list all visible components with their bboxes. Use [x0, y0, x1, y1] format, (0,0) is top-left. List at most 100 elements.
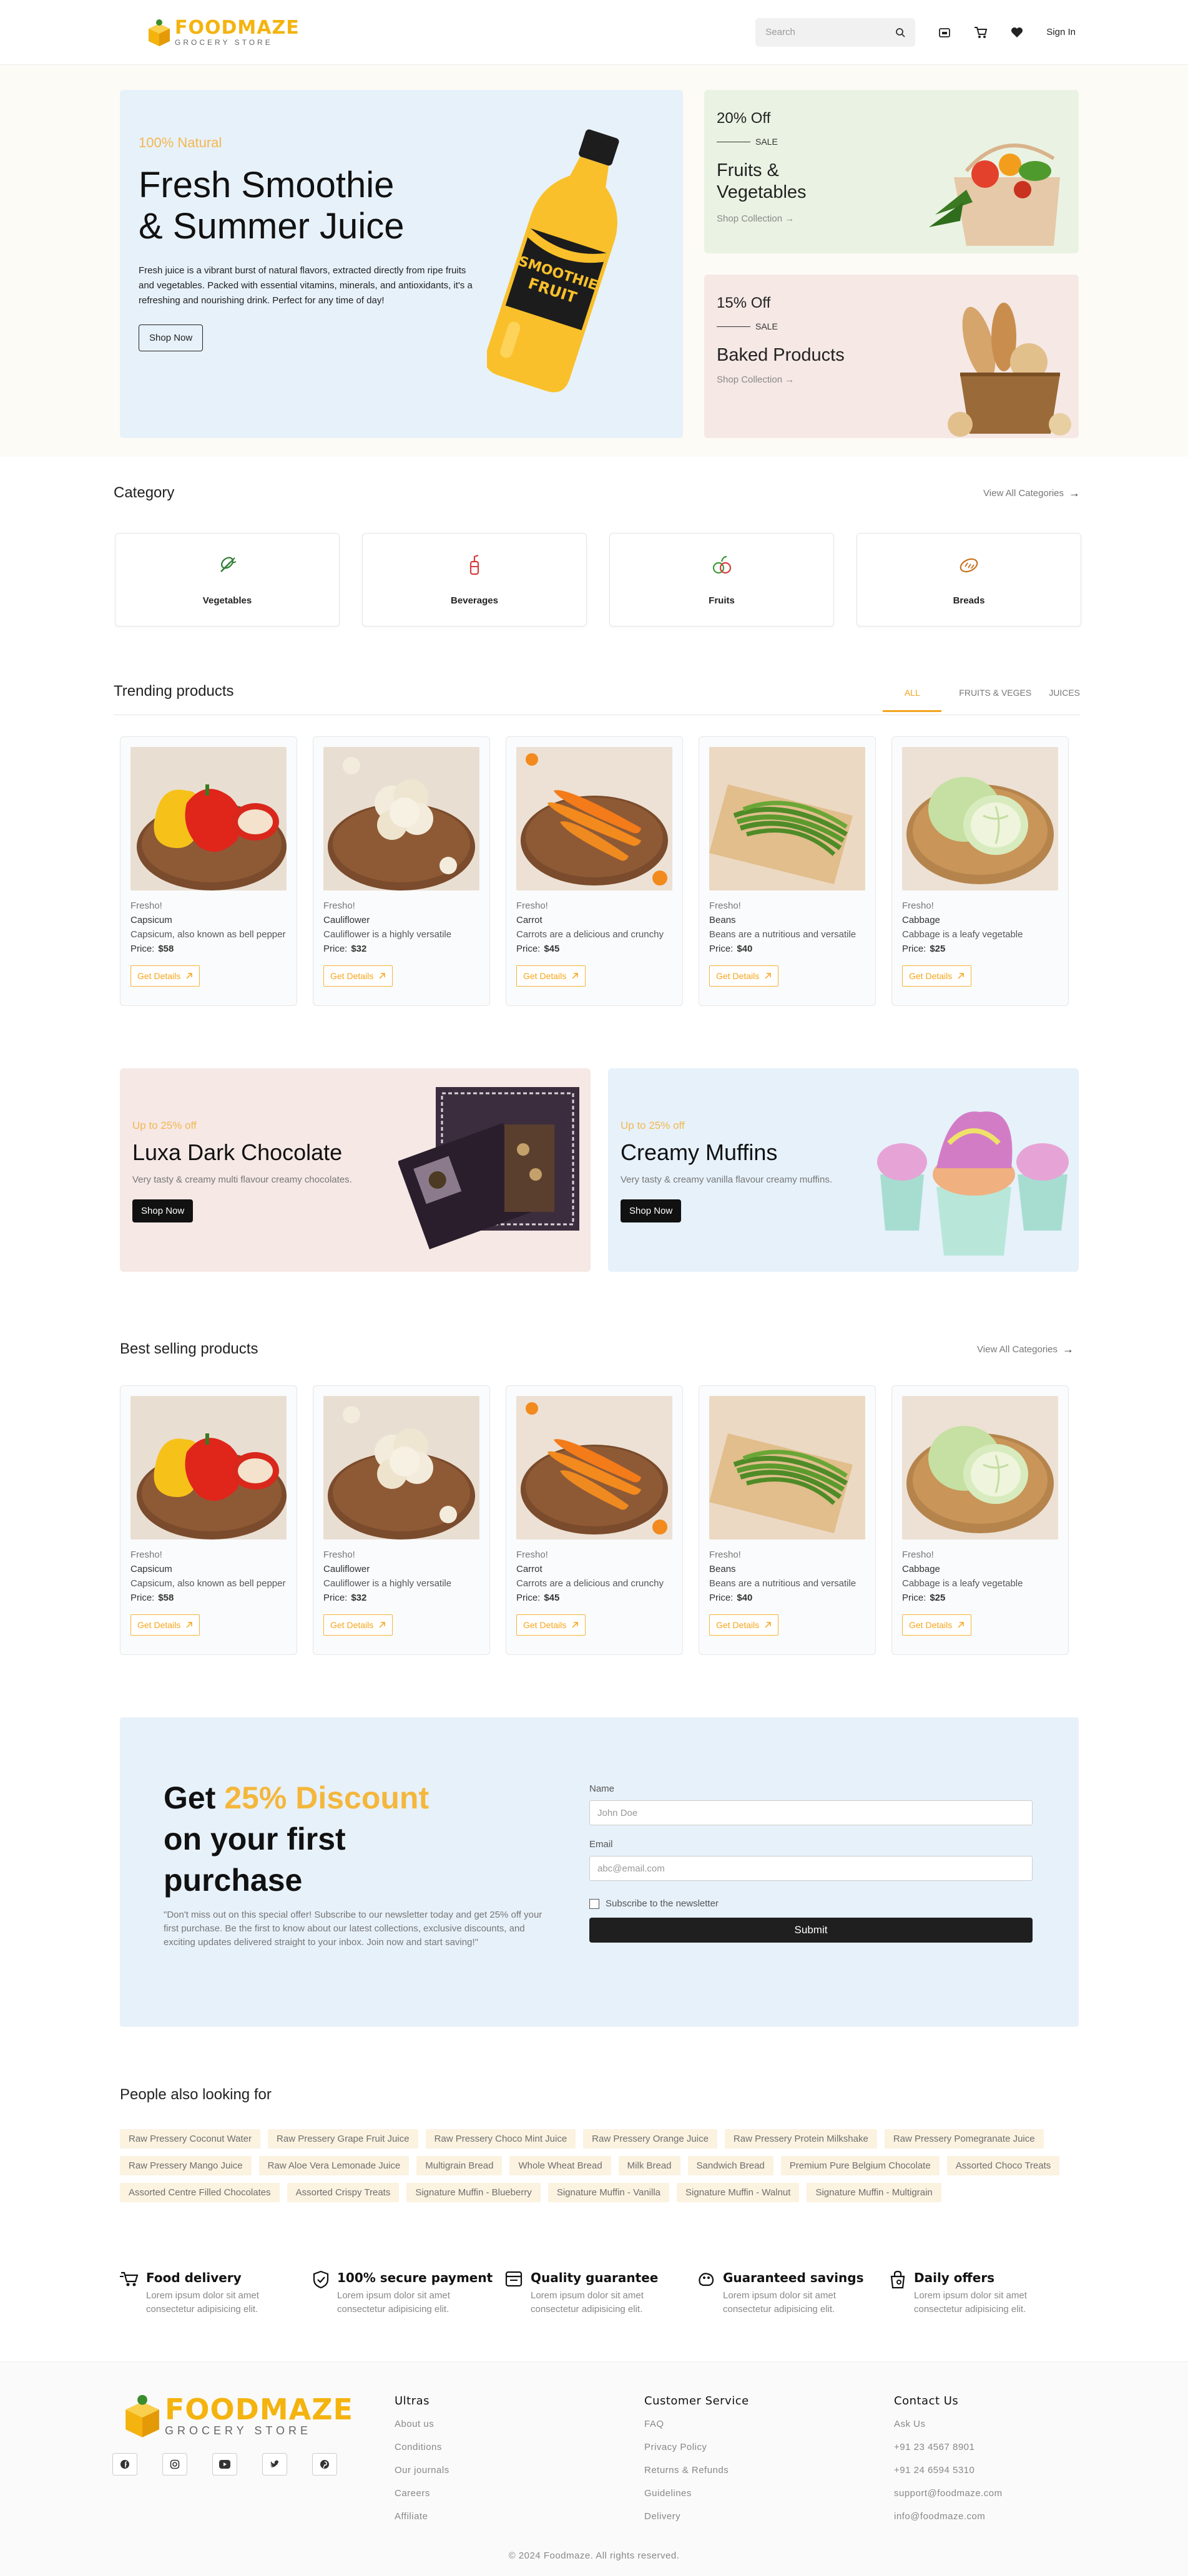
product-image[interactable] [709, 1396, 865, 1539]
account-icon[interactable] [938, 26, 951, 39]
search-chip[interactable]: Sandwich Bread [687, 2156, 773, 2175]
search-input[interactable]: Search [755, 17, 916, 47]
footer-link[interactable]: Ask Us [894, 2419, 1003, 2442]
logo[interactable]: FOODMAZE GROCERY STORE [147, 18, 300, 46]
category-card-fruits[interactable]: Fruits [609, 533, 834, 627]
search-chip[interactable]: Signature Muffin - Walnut [677, 2183, 800, 2202]
product-card[interactable]: Fresho! Carrot Carrots are a delicious and… [506, 1385, 683, 1655]
tab-all[interactable]: ALL [883, 688, 942, 712]
footer-link[interactable]: Affiliate [395, 2511, 449, 2534]
search-chip[interactable]: Multigrain Bread [416, 2156, 503, 2175]
tab-juices[interactable]: JUICES [1049, 688, 1080, 712]
email-field[interactable]: abc@email.com [589, 1856, 1033, 1881]
search-chip[interactable]: Raw Pressery Mango Juice [120, 2156, 252, 2175]
footer-link[interactable]: Conditions [395, 2442, 449, 2465]
youtube-icon[interactable] [212, 2453, 237, 2476]
search-chip[interactable]: Raw Pressery Coconut Water [120, 2129, 261, 2149]
promo-shop-link[interactable]: Shop Collection → [717, 374, 794, 385]
footer-link[interactable]: Delivery [644, 2511, 749, 2534]
twitter-icon[interactable] [262, 2453, 287, 2476]
footer-link[interactable]: support@foodmaze.com [894, 2488, 1003, 2511]
search-chip[interactable]: Raw Pressery Grape Fruit Juice [268, 2129, 418, 2149]
promo-shop-link[interactable]: Shop Collection → [717, 213, 794, 224]
get-details-button[interactable]: Get Details [902, 1614, 972, 1636]
footer-link[interactable]: Guidelines [644, 2488, 749, 2511]
get-details-button[interactable]: Get Details [516, 965, 586, 987]
search-chip[interactable]: Raw Aloe Vera Lemonade Juice [258, 2156, 410, 2175]
instagram-icon[interactable] [162, 2453, 187, 2476]
promo-card-baked-products[interactable]: 15% Off SALE Baked Products Shop Collect… [704, 275, 1079, 438]
product-image[interactable] [516, 747, 672, 890]
facebook-icon[interactable] [112, 2453, 137, 2476]
search-chip[interactable]: Assorted Centre Filled Chocolates [120, 2183, 280, 2202]
footer-link[interactable]: Careers [395, 2488, 449, 2511]
get-details-button[interactable]: Get Details [516, 1614, 586, 1636]
submit-button[interactable]: Submit [589, 1918, 1033, 1943]
product-card[interactable]: Fresho! Capsicum Capsicum, also known as b… [120, 1385, 297, 1655]
banner-shop-now-button[interactable]: Shop Now [621, 1199, 682, 1222]
footer-link[interactable]: +91 24 6594 5310 [894, 2465, 1003, 2488]
footer-link[interactable]: Privacy Policy [644, 2442, 749, 2465]
pinterest-icon[interactable] [312, 2453, 337, 2476]
product-card[interactable]: Fresho! Beans Beans are a nutritious and v… [699, 1385, 876, 1655]
name-field[interactable]: John Doe [589, 1800, 1033, 1825]
search-chip[interactable]: Assorted Crispy Treats [287, 2183, 400, 2202]
search-chip[interactable]: Milk Bread [618, 2156, 680, 2175]
category-card-beverages[interactable]: Beverages [362, 533, 587, 627]
search-chip[interactable]: Raw Pressery Protein Milkshake [724, 2129, 877, 2149]
product-card[interactable]: Fresho! Cabbage Cabbage is a leafy vegetab… [891, 736, 1069, 1006]
search-chip[interactable]: Raw Pressery Orange Juice [583, 2129, 717, 2149]
footer-link[interactable]: +91 23 4567 8901 [894, 2442, 1003, 2465]
hero-shop-now-button[interactable]: Shop Now [139, 324, 204, 351]
get-details-button[interactable]: Get Details [323, 1614, 393, 1636]
product-image[interactable] [130, 747, 287, 890]
sign-in-link[interactable]: Sign In [1046, 27, 1076, 37]
search-chip[interactable]: Raw Pressery Choco Mint Juice [425, 2129, 576, 2149]
subscribe-checkbox[interactable] [589, 1898, 599, 1909]
view-all-categories-link[interactable]: View All Categories → [983, 487, 1080, 500]
footer-link[interactable]: Our journals [395, 2465, 449, 2488]
product-image[interactable] [902, 747, 1058, 890]
footer-link[interactable]: About us [395, 2419, 449, 2442]
footer-link[interactable]: Returns & Refunds [644, 2465, 749, 2488]
footer-link[interactable]: FAQ [644, 2419, 749, 2442]
search-chip[interactable]: Signature Muffin - Blueberry [406, 2183, 541, 2202]
search-chip[interactable]: Raw Pressery Pomegranate Juice [884, 2129, 1044, 2149]
tab-fruits-veges[interactable]: FRUITS & VEGES [959, 688, 1031, 712]
get-details-button[interactable]: Get Details [709, 1614, 779, 1636]
search-icon[interactable] [895, 27, 905, 37]
view-all-best-link[interactable]: View All Categories → [977, 1343, 1074, 1356]
product-card[interactable]: Fresho! Cauliflower Cauliflower is a highl… [313, 1385, 490, 1655]
search-chip[interactable]: Whole Wheat Bread [509, 2156, 611, 2175]
search-chip[interactable]: Assorted Choco Treats [946, 2156, 1060, 2175]
promo-card-fruits-vegetables[interactable]: 20% Off SALE Fruits & Vegetables Shop Co… [704, 90, 1079, 253]
footer-logo[interactable]: FOODMAZE GROCERY STORE [124, 2393, 353, 2438]
get-details-label: Get Details [523, 1620, 567, 1630]
cart-icon[interactable] [974, 26, 988, 39]
product-card[interactable]: Fresho! Carrot Carrots are a delicious and… [506, 736, 683, 1006]
product-image[interactable] [516, 1396, 672, 1539]
wishlist-heart-icon[interactable] [1010, 26, 1024, 39]
product-card[interactable]: Fresho! Capsicum Capsicum, also known as b… [120, 736, 297, 1006]
product-card[interactable]: Fresho! Beans Beans are a nutritious and v… [699, 736, 876, 1006]
get-details-button[interactable]: Get Details [130, 965, 200, 987]
get-details-button[interactable]: Get Details [709, 965, 779, 987]
product-card[interactable]: Fresho! Cabbage Cabbage is a leafy vegetab… [891, 1385, 1069, 1655]
category-card-breads[interactable]: Breads [857, 533, 1081, 627]
banner-shop-now-button[interactable]: Shop Now [132, 1199, 194, 1222]
subscribe-checkbox-row[interactable]: Subscribe to the newsletter [589, 1898, 1033, 1909]
category-card-vegetables[interactable]: Vegetables [115, 533, 340, 627]
product-image[interactable] [130, 1396, 287, 1539]
get-details-button[interactable]: Get Details [323, 965, 393, 987]
search-chip[interactable]: Premium Pure Belgium Chocolate [780, 2156, 940, 2175]
get-details-button[interactable]: Get Details [130, 1614, 200, 1636]
product-image[interactable] [323, 1396, 479, 1539]
product-image[interactable] [709, 747, 865, 890]
search-chip[interactable]: Signature Muffin - Multigrain [807, 2183, 941, 2202]
product-image[interactable] [323, 747, 479, 890]
search-chip[interactable]: Signature Muffin - Vanilla [547, 2183, 670, 2202]
get-details-button[interactable]: Get Details [902, 965, 972, 987]
product-card[interactable]: Fresho! Cauliflower Cauliflower is a highl… [313, 736, 490, 1006]
product-image[interactable] [902, 1396, 1058, 1539]
footer-link[interactable]: info@foodmaze.com [894, 2511, 1003, 2534]
